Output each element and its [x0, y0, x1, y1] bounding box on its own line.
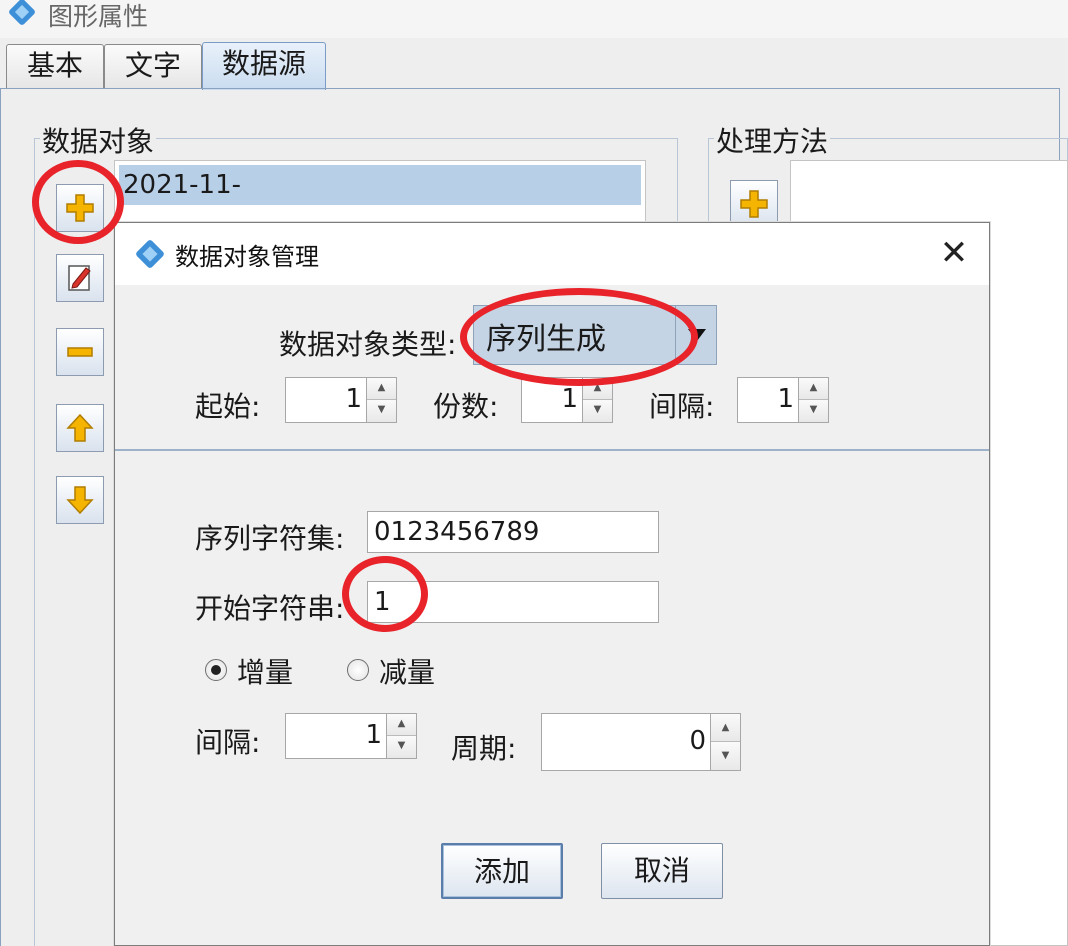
copies-label: 份数:	[433, 390, 499, 423]
spinner-buttons: ▲ ▼	[582, 378, 612, 422]
app-logo-icon	[8, 0, 36, 26]
chevron-down-icon	[687, 329, 706, 341]
plus-icon	[740, 190, 768, 218]
interval-spinner[interactable]: 1 ▲ ▼	[737, 377, 829, 423]
decrement-label: 减量	[379, 656, 436, 689]
spin-down-icon[interactable]: ▼	[367, 400, 396, 422]
charset-label: 序列字符集:	[195, 522, 345, 555]
close-icon[interactable]: ✕	[933, 233, 975, 275]
start-string-field[interactable]: 1	[367, 581, 659, 623]
cycle-spinner[interactable]: 0 ▲ ▼	[541, 713, 741, 771]
minus-icon	[67, 347, 93, 357]
dialog-divider	[115, 449, 989, 451]
spin-down-icon[interactable]: ▼	[583, 400, 612, 422]
tab-datasource[interactable]: 数据源	[202, 42, 326, 90]
data-object-group-title: 数据对象	[40, 120, 157, 160]
copies-spinner[interactable]: 1 ▲ ▼	[521, 377, 613, 423]
increment-radio[interactable]	[205, 659, 227, 681]
step-value: 1	[365, 720, 382, 750]
move-up-button[interactable]	[56, 404, 104, 452]
arrow-up-icon	[66, 413, 94, 442]
tab-basic[interactable]: 基本	[6, 44, 104, 88]
arrow-down-icon	[66, 486, 94, 515]
charset-field[interactable]: 0123456789	[367, 511, 659, 553]
remove-data-object-button[interactable]	[56, 328, 104, 376]
spin-down-icon[interactable]: ▼	[799, 400, 828, 422]
spin-down-icon[interactable]: ▼	[711, 742, 740, 770]
tab-bar: 基本 文字 数据源	[0, 38, 1068, 90]
tab-text[interactable]: 文字	[104, 44, 202, 88]
object-type-label: 数据对象类型:	[279, 328, 457, 361]
window-title-bar: 图形属性	[0, 0, 1068, 38]
spinner-buttons: ▲ ▼	[798, 378, 828, 422]
object-type-value: 序列生成	[486, 322, 606, 357]
interval-value: 1	[777, 384, 794, 414]
start-string-label: 开始字符串:	[195, 592, 345, 625]
add-button[interactable]: 添加	[441, 843, 563, 899]
spin-up-icon[interactable]: ▲	[711, 714, 740, 742]
edit-icon	[68, 265, 91, 291]
start-spinner[interactable]: 1 ▲ ▼	[285, 377, 397, 423]
spin-up-icon[interactable]: ▲	[799, 378, 828, 400]
spinner-buttons: ▲ ▼	[386, 714, 416, 758]
step-label: 间隔:	[195, 726, 261, 759]
processing-method-group-title: 处理方法	[714, 120, 831, 160]
window-title: 图形属性	[48, 2, 149, 31]
cycle-value: 0	[689, 726, 706, 756]
dialog-title-bar: 数据对象管理 ✕	[115, 223, 989, 285]
spin-down-icon[interactable]: ▼	[387, 736, 416, 758]
spin-up-icon[interactable]: ▲	[367, 378, 396, 400]
dialog-title: 数据对象管理	[175, 243, 319, 271]
edit-data-object-button[interactable]	[56, 254, 104, 302]
add-processing-method-button[interactable]	[730, 180, 778, 228]
cycle-label: 周期:	[451, 732, 517, 765]
spin-up-icon[interactable]: ▲	[387, 714, 416, 736]
spinner-buttons: ▲ ▼	[710, 714, 740, 770]
copies-value: 1	[561, 384, 578, 414]
step-spinner[interactable]: 1 ▲ ▼	[285, 713, 417, 759]
cancel-button[interactable]: 取消	[601, 843, 723, 899]
add-data-object-button[interactable]	[56, 184, 104, 232]
dropdown-arrow-button[interactable]	[675, 305, 717, 365]
decrement-radio[interactable]	[347, 659, 369, 681]
list-item[interactable]: 2021-11-	[119, 165, 641, 205]
start-label: 起始:	[195, 390, 261, 423]
start-value: 1	[345, 384, 362, 414]
interval-label: 间隔:	[649, 390, 715, 423]
move-down-button[interactable]	[56, 476, 104, 524]
increment-label: 增量	[237, 656, 294, 689]
spinner-buttons: ▲ ▼	[366, 378, 396, 422]
plus-icon	[66, 194, 94, 222]
data-object-manager-dialog: 数据对象管理 ✕ 数据对象类型: 序列生成 起始: 1 ▲ ▼ 份数: 1 ▲ …	[114, 222, 990, 946]
spin-up-icon[interactable]: ▲	[583, 378, 612, 400]
app-logo-icon	[135, 239, 165, 269]
